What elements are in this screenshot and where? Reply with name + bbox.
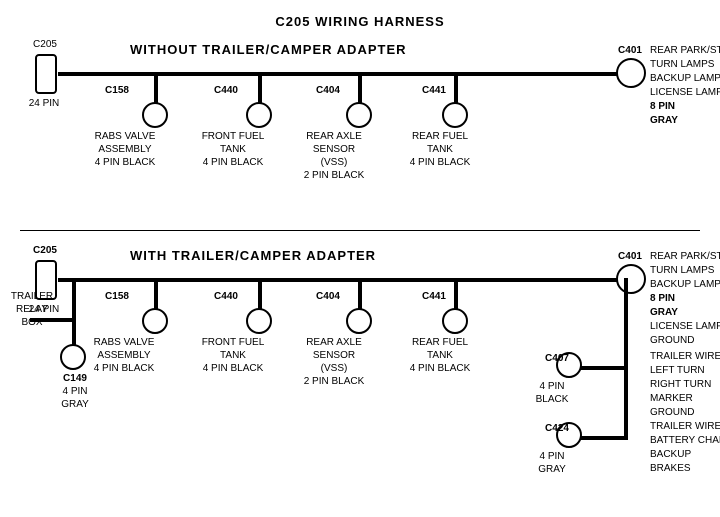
c407-sublabel: 4 PINBLACK [527,380,577,406]
wire-c424-h [580,436,628,440]
c424-label: C424 [537,422,577,435]
c401-connector-2 [616,264,646,294]
wire-c149-v [72,318,76,346]
wire-c404-1 [358,74,362,104]
trailer-relay-label: TRAILERRELAYBOX [6,290,58,329]
wiring-diagram: C205 WIRING HARNESS WITHOUT TRAILER/CAMP… [0,0,720,517]
c441-connector-2 [442,308,468,334]
c149-label: C149 4 PIN GRAY [50,372,100,411]
wire-main-1 [58,72,628,76]
c407-label: C407 [537,352,577,365]
c424-sublabel: 4 PINGRAY [527,450,577,476]
wire-c158-1 [154,74,158,104]
c401-label-2: C401 [610,250,650,263]
c404-connector-2 [346,308,372,334]
wire-right-branch-v [624,278,628,438]
c205-label-1: C205 [25,38,65,51]
c407-right-label: TRAILER WIRESLEFT TURNRIGHT TURNMARKERGR… [650,350,720,420]
c440-sublabel-1: FRONT FUELTANK4 PIN BLACK [197,130,269,169]
wire-c440-1 [258,74,262,104]
c205-connector-1 [35,54,57,94]
c441-connector-1 [442,102,468,128]
c404-connector-1 [346,102,372,128]
c158-label-2: C158 [93,290,141,303]
c440-sublabel-2: FRONT FUELTANK4 PIN BLACK [197,336,269,375]
c401-sublabel-1: REAR PARK/STOPTURN LAMPSBACKUP LAMPSLICE… [650,44,720,128]
c404-label-2: C404 [304,290,352,303]
c441-sublabel-2: REAR FUELTANK4 PIN BLACK [404,336,476,375]
c158-label-1: C158 [93,84,141,97]
c401-sublabel-2: REAR PARK/STOPTURN LAMPSBACKUP LAMPS8 PI… [650,250,720,348]
c401-label-1: C401 [610,44,650,57]
c205-label-2: C205 [25,244,65,257]
wire-c440-2 [258,280,262,310]
c158-connector-1 [142,102,168,128]
divider [20,230,700,231]
c158-sublabel-2: RABS VALVEASSEMBLY4 PIN BLACK [88,336,160,375]
section2-label: WITH TRAILER/CAMPER ADAPTER [130,248,376,263]
c158-connector-2 [142,308,168,334]
c440-connector-1 [246,102,272,128]
c404-sublabel-1: REAR AXLESENSOR(VSS)2 PIN BLACK [298,130,370,182]
c205-sublabel-1: 24 PIN [22,97,66,110]
c441-sublabel-1: REAR FUELTANK4 PIN BLACK [404,130,476,169]
c424-right-label: TRAILER WIRESBATTERY CHARGEBACKUPBRAKES [650,420,720,476]
wire-trailer-relay-v [72,278,76,320]
c401-connector-1 [616,58,646,88]
c158-sublabel-1: RABS VALVEASSEMBLY4 PIN BLACK [90,130,160,169]
c441-label-2: C441 [410,290,458,303]
c441-label-1: C441 [410,84,458,97]
wire-c404-2 [358,280,362,310]
c404-sublabel-2: REAR AXLESENSOR(VSS)2 PIN BLACK [298,336,370,388]
wire-c407-h [580,366,628,370]
page-title: C205 WIRING HARNESS [0,6,720,29]
c440-label-2: C440 [202,290,250,303]
wire-c158-2 [154,280,158,310]
section1-label: WITHOUT TRAILER/CAMPER ADAPTER [130,42,407,57]
c149-connector [60,344,86,370]
c404-label-1: C404 [304,84,352,97]
c440-connector-2 [246,308,272,334]
wire-main-2 [58,278,628,282]
c440-label-1: C440 [202,84,250,97]
